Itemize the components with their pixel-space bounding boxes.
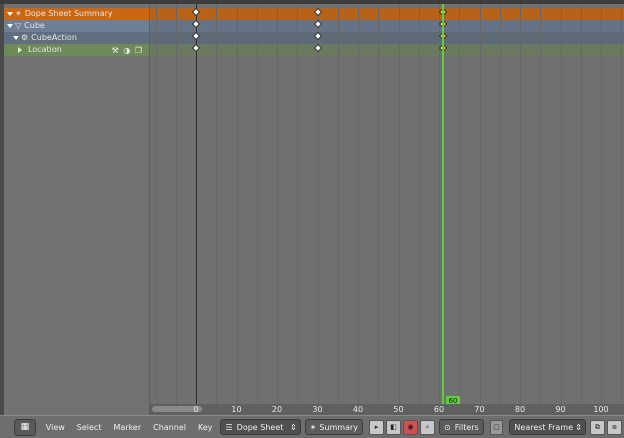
channel-dope-sheet-summary[interactable]: ✶ Dope Sheet Summary: [4, 8, 149, 20]
copy-keys-icon[interactable]: ⧉: [590, 419, 605, 435]
grid-line: [580, 4, 582, 404]
frame-tick-label: 80: [514, 405, 526, 414]
editor-type-button[interactable]: ▦: [14, 418, 36, 436]
grid-line: [236, 4, 238, 404]
expand-triangle-icon[interactable]: [7, 12, 13, 16]
dropdown-arrows-icon: ⇕: [289, 422, 297, 432]
grid-line: [277, 4, 278, 404]
expand-triangle-icon[interactable]: [13, 36, 19, 40]
object-band: [150, 20, 624, 32]
snap-mode-label: Nearest Frame: [514, 422, 574, 432]
grid-line: [317, 4, 319, 404]
show-hidden-icon[interactable]: ◧: [386, 419, 402, 435]
collapse-triangle-icon[interactable]: [18, 47, 22, 53]
summary-icon: ✶: [309, 422, 317, 432]
grid-line: [499, 4, 501, 404]
filter-toggle-group: ▸ ◧ ◉ ⌕: [369, 419, 437, 435]
frame-tick-label: 90: [555, 405, 566, 414]
menu-key[interactable]: Key: [198, 423, 213, 432]
grid-line: [560, 4, 562, 404]
auto-snap-toggle-icon[interactable]: ▢: [489, 419, 504, 435]
dopesheet-editor-icon: ▦: [20, 422, 30, 432]
grid-line: [337, 4, 339, 404]
grid-line: [479, 4, 481, 404]
menu-channel[interactable]: Channel: [153, 423, 186, 432]
grid-line: [398, 4, 400, 404]
summary-band: [150, 8, 624, 20]
playhead-line[interactable]: [442, 4, 444, 404]
frame-tick-label: 0: [193, 405, 199, 414]
grid-line: [378, 4, 380, 404]
grid-line: [358, 4, 359, 404]
grid-line: [439, 4, 440, 404]
expand-triangle-icon[interactable]: [7, 24, 13, 28]
menu-marker[interactable]: Marker: [113, 423, 141, 432]
frame-tick-label: 10: [231, 405, 242, 414]
action-icon: ⚙: [21, 33, 29, 42]
snap-mode-select[interactable]: Nearest Frame ⇕: [509, 419, 586, 435]
filters-label: Filters: [454, 422, 479, 432]
grid-line: [601, 4, 602, 404]
grid-line: [256, 4, 258, 404]
frame-tick-label: 30: [312, 405, 323, 414]
dopesheet-summary-icon: ✶: [15, 9, 22, 18]
object-icon: ▽: [15, 21, 22, 30]
dropdown-arrows-icon: ⇕: [575, 422, 582, 432]
summary-label: Summary: [319, 422, 359, 432]
grid-line: [621, 4, 623, 404]
paste-keys-icon[interactable]: ⧈: [607, 419, 622, 435]
grid-line: [540, 4, 542, 404]
grid-line: [216, 4, 218, 404]
keyframe-area[interactable]: 60: [150, 4, 624, 404]
filters-button[interactable]: ⊙ Filters: [439, 419, 484, 435]
dopesheet-mode-icon: ☰: [225, 422, 233, 432]
frame-tick-label: 40: [352, 405, 364, 414]
frame-tick-label: 100: [593, 405, 609, 414]
channel-toggle-icons[interactable]: ⚒ ◑ ❐: [112, 45, 143, 57]
channel-list: ✶ Dope Sheet Summary ▽ Cube ⚙ CubeAction…: [4, 4, 150, 415]
current-frame-indicator[interactable]: 60: [446, 396, 460, 404]
channel-location[interactable]: Location ⚒ ◑ ❐: [4, 44, 149, 56]
mode-select-label: Dope Sheet: [236, 422, 284, 432]
menu-view[interactable]: View: [46, 423, 65, 432]
dope-sheet-editor: ✶ Dope Sheet Summary ▽ Cube ⚙ CubeAction…: [0, 0, 624, 438]
frame-tick-label: 70: [474, 405, 485, 414]
action-band: [150, 32, 624, 44]
mode-select[interactable]: ☰ Dope Sheet ⇕: [220, 419, 301, 435]
channel-cube[interactable]: ▽ Cube: [4, 20, 149, 32]
channel-label: Cube: [24, 21, 45, 30]
copy-paste-group: ⧉ ⧈: [590, 419, 624, 435]
grid-line: [418, 4, 420, 404]
frame-ruler[interactable]: 0 10 20 30 40 50 60 70 80 90 100: [150, 404, 624, 415]
frame-tick-label: 50: [393, 405, 404, 414]
frame-tick-label: 20: [271, 405, 283, 414]
grid-line: [297, 4, 299, 404]
channel-label: Location: [28, 45, 62, 54]
channel-label: CubeAction: [31, 33, 77, 42]
menu-select[interactable]: Select: [77, 423, 102, 432]
frame-tick-label: 60: [433, 405, 445, 414]
grid-line: [155, 4, 157, 404]
channel-label: Dope Sheet Summary: [24, 9, 113, 18]
editor-header: ▦ View Select Marker Channel Key ☰ Dope …: [0, 415, 624, 438]
only-selected-icon[interactable]: ▸: [369, 419, 385, 435]
only-errors-icon[interactable]: ◉: [403, 419, 419, 435]
grid-line: [520, 4, 521, 404]
summary-toggle[interactable]: ✶ Summary: [304, 419, 364, 435]
channel-cubeaction[interactable]: ⚙ CubeAction: [4, 32, 149, 44]
fcurve-band: [150, 44, 624, 56]
grid-line: [175, 4, 177, 404]
search-filter-icon[interactable]: ⌕: [420, 419, 436, 435]
grid-line: [459, 4, 461, 404]
filters-toggle-icon: ⊙: [444, 422, 451, 432]
frame-zero-line: [196, 4, 197, 404]
